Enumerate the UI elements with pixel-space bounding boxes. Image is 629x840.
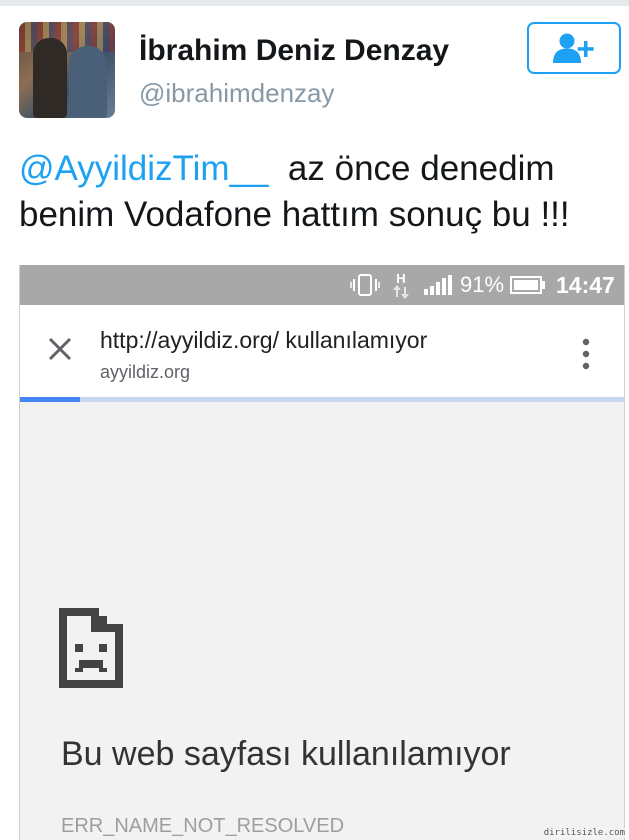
status-clock: 14:47 [556, 271, 615, 298]
attached-screenshot[interactable]: H 91% 14:47 http://ayyildiz.org/ kullanı… [19, 265, 625, 840]
tweet-text-line1: az önce denedim [268, 149, 555, 188]
browser-address-bar: http://ayyildiz.org/ kullanılamıyor ayyi… [20, 305, 624, 397]
vibrate-icon [350, 265, 380, 305]
page-load-progress [20, 397, 624, 402]
avatar-figure [69, 46, 107, 118]
avatar-figure [33, 38, 67, 118]
add-user-icon [553, 33, 594, 63]
page-title[interactable]: http://ayyildiz.org/ kullanılamıyor [100, 327, 427, 354]
network-h-icon: H [392, 265, 410, 305]
more-options-icon[interactable] [574, 337, 598, 371]
close-icon[interactable] [44, 333, 76, 365]
battery-icon [510, 265, 546, 305]
watermark: dirilisizle.com [543, 828, 625, 838]
sad-page-icon [59, 608, 123, 688]
signal-icon [424, 265, 452, 305]
avatar[interactable] [19, 22, 115, 118]
phone-status-bar: H 91% 14:47 [20, 265, 624, 305]
error-code: ERR_NAME_NOT_RESOLVED [61, 815, 345, 837]
tweet-text-line2: benim Vodafone hattım sonuç bu !!! [19, 195, 570, 234]
page-load-progress-fill [20, 397, 81, 402]
display-name[interactable]: İbrahim Deniz Denzay [139, 34, 449, 68]
follow-button[interactable] [527, 22, 621, 74]
top-divider [0, 0, 629, 6]
error-title: Bu web sayfası kullanılamıyor [61, 735, 511, 773]
network-type-label: H [396, 270, 406, 286]
mention-link[interactable]: @AyyildizTim__ [19, 149, 268, 188]
user-handle[interactable]: @ibrahimdenzay [139, 78, 334, 109]
tweet-text: @AyyildizTim__ az önce denedim benim Vod… [19, 146, 619, 238]
battery-percent: 91% [460, 272, 505, 297]
page-domain: ayyildiz.org [100, 362, 191, 382]
